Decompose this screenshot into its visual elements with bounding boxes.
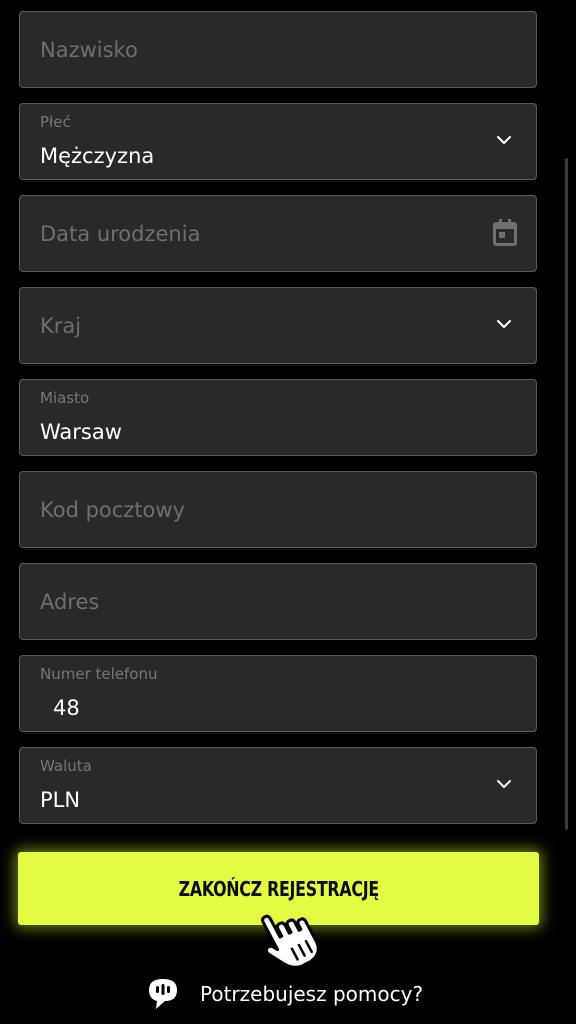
address-placeholder: Adres: [40, 589, 100, 614]
city-value: Warsaw: [40, 420, 122, 444]
currency-value: PLN: [40, 788, 81, 812]
chevron-down-icon: [496, 319, 512, 329]
gender-value: Mężczyzna: [40, 144, 155, 168]
chevron-down-icon: [496, 135, 512, 145]
phone-field[interactable]: Numer telefonu 48: [19, 655, 537, 732]
chat-bubble-icon: [145, 976, 181, 1012]
country-select[interactable]: Kraj: [19, 287, 537, 364]
hand-pointer-icon: [258, 905, 326, 977]
city-field[interactable]: Miasto Warsaw: [19, 379, 537, 456]
postal-code-placeholder: Kod pocztowy: [40, 497, 186, 522]
address-field[interactable]: Adres: [19, 563, 537, 640]
city-label: Miasto: [40, 389, 90, 407]
help-link[interactable]: Potrzebujesz pomocy?: [145, 974, 423, 1014]
help-label: Potrzebujesz pomocy?: [200, 982, 424, 1006]
birthdate-placeholder: Data urodzenia: [40, 221, 201, 246]
surname-field[interactable]: Nazwisko: [19, 11, 537, 88]
currency-select[interactable]: Waluta PLN: [19, 747, 537, 824]
gender-select[interactable]: Płeć Mężczyzna: [19, 103, 537, 180]
postal-code-field[interactable]: Kod pocztowy: [19, 471, 537, 548]
birthdate-field[interactable]: Data urodzenia: [19, 195, 537, 272]
country-placeholder: Kraj: [40, 313, 82, 338]
phone-label: Numer telefonu: [40, 665, 158, 683]
gender-label: Płeć: [40, 113, 71, 131]
scrollbar[interactable]: [565, 158, 568, 830]
currency-label: Waluta: [40, 757, 92, 775]
phone-value: 48: [53, 696, 80, 720]
finish-registration-label: ZAKOŃCZ REJESTRACJĘ: [178, 876, 379, 901]
calendar-icon[interactable]: [492, 218, 518, 247]
chevron-down-icon: [496, 779, 512, 789]
surname-placeholder: Nazwisko: [40, 37, 138, 62]
